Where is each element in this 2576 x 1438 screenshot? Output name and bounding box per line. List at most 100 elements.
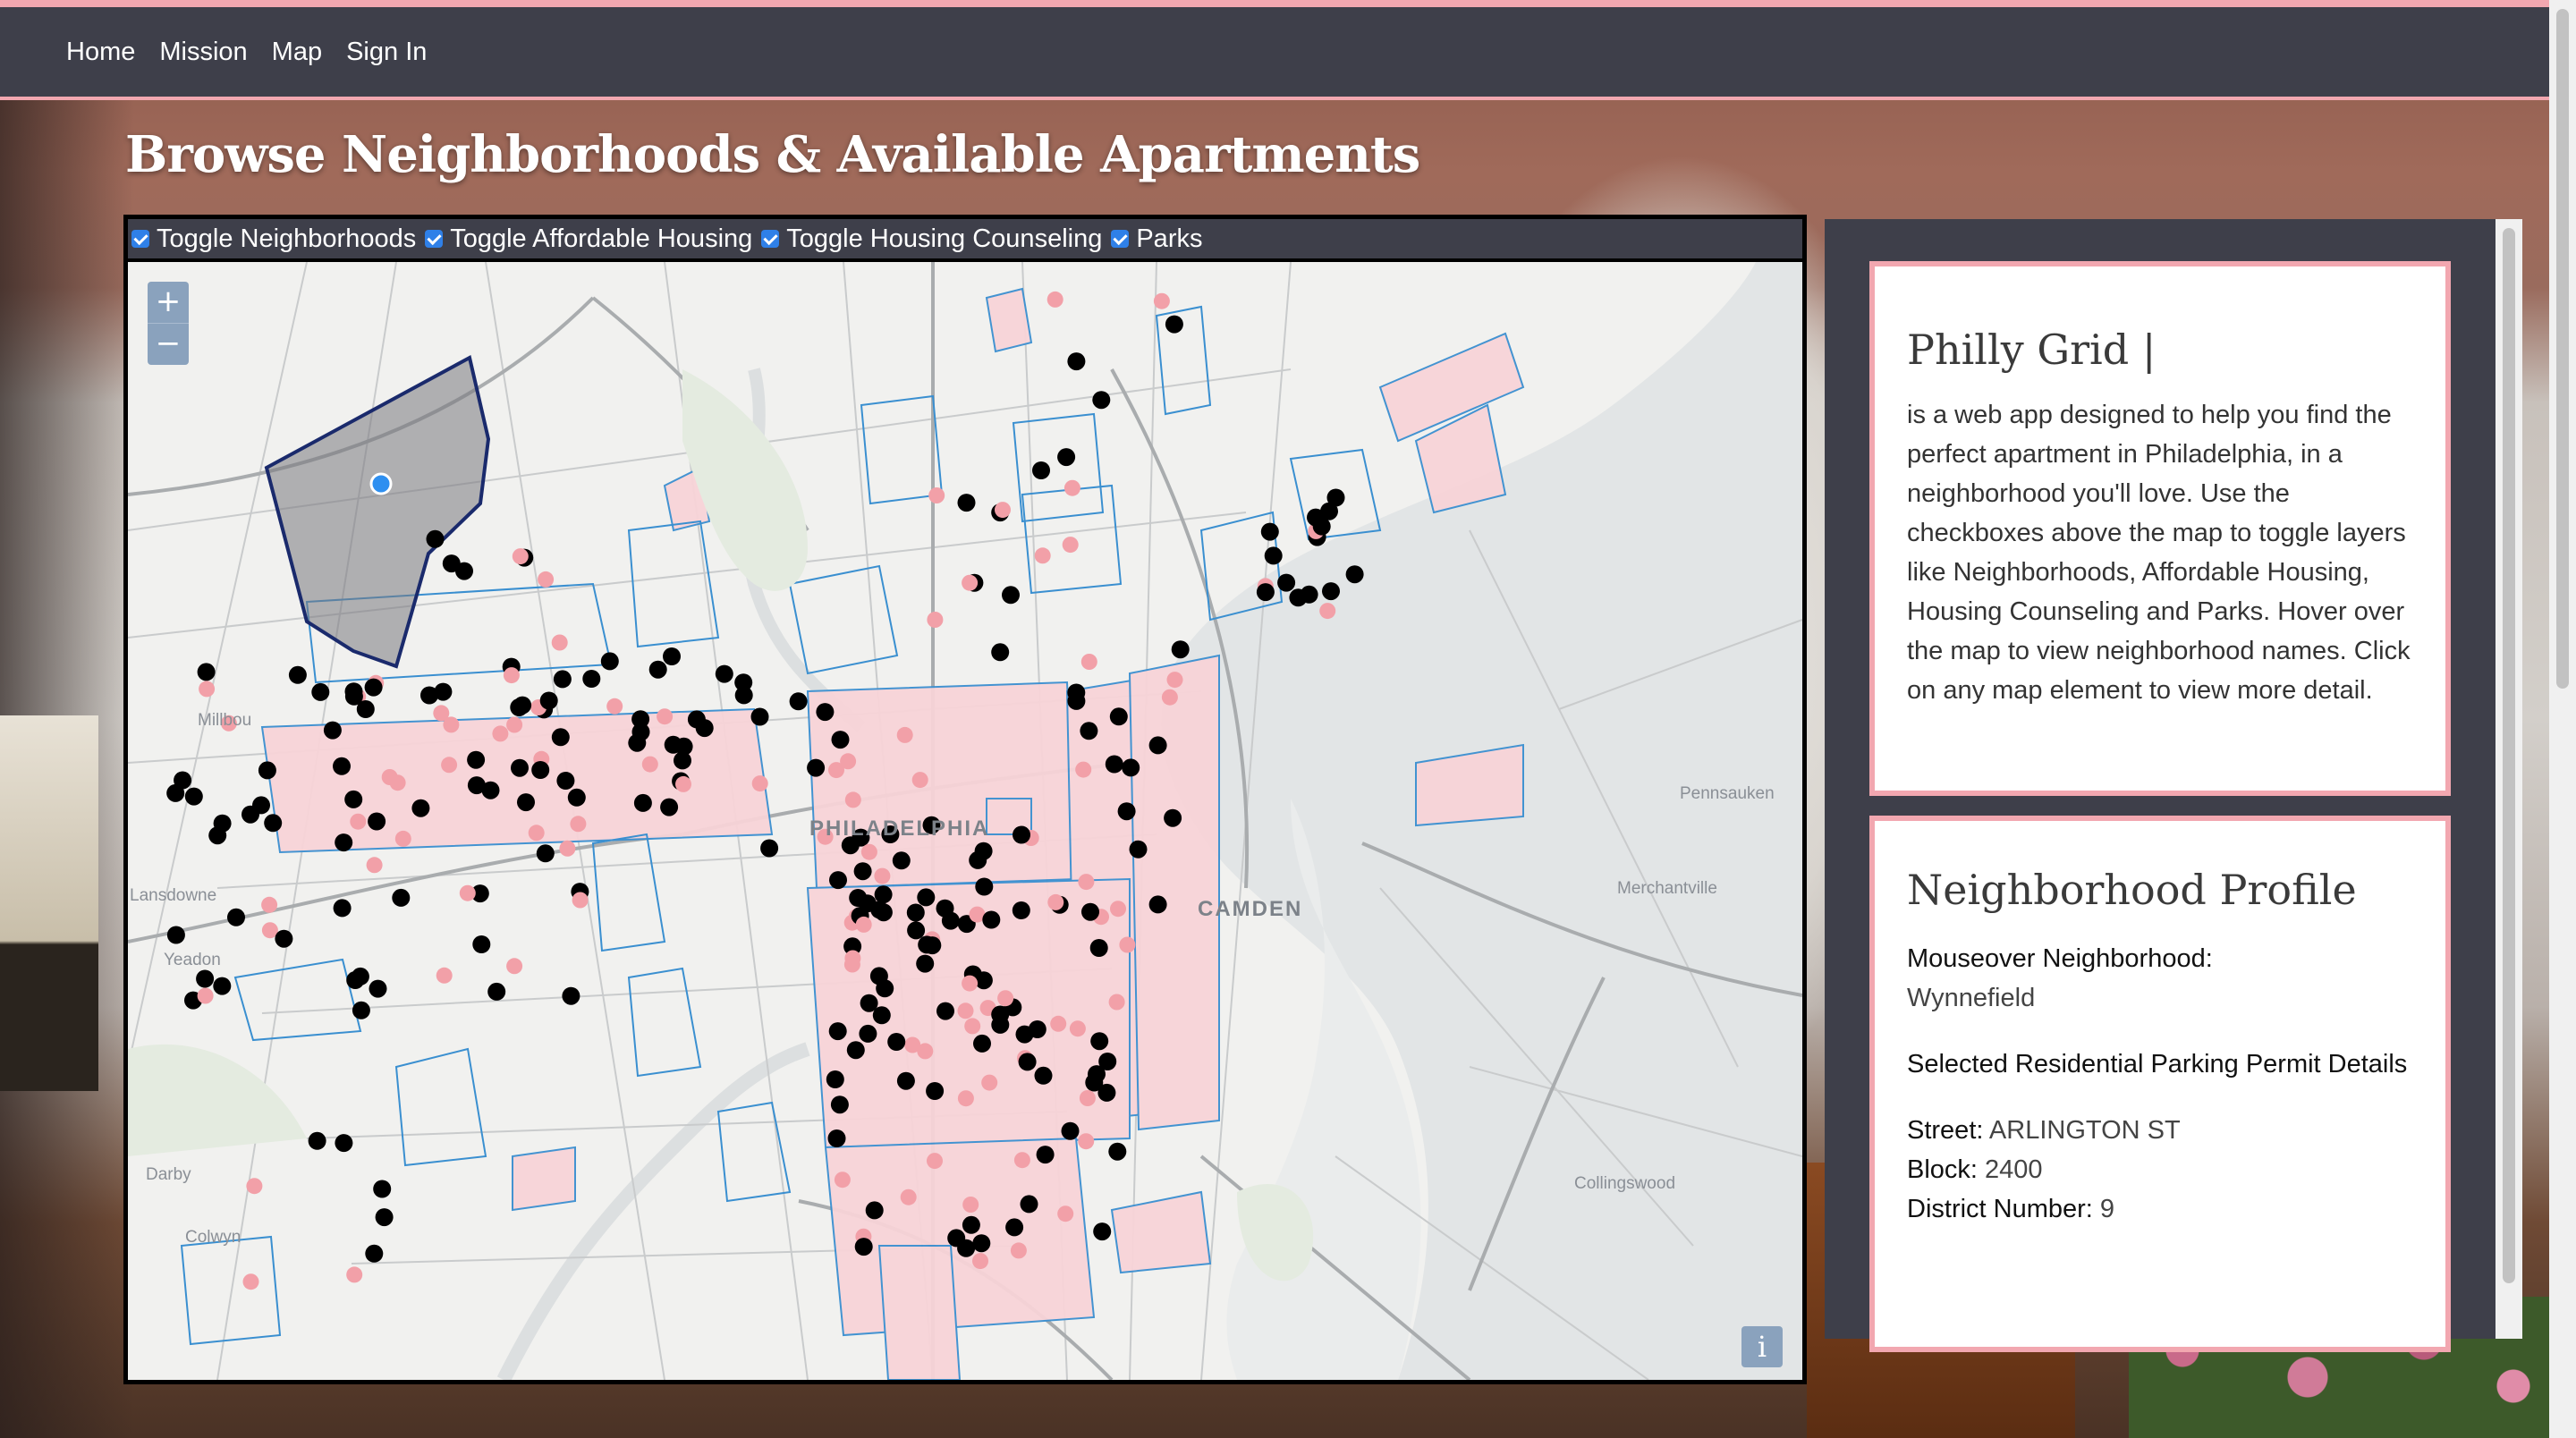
affordable-housing-marker[interactable] — [827, 1129, 846, 1147]
affordable-housing-marker[interactable] — [874, 903, 893, 922]
housing-counseling-marker[interactable] — [1046, 291, 1063, 308]
affordable-housing-marker[interactable] — [887, 1033, 906, 1051]
nav-home-link[interactable]: Home — [66, 38, 135, 67]
housing-counseling-marker[interactable] — [957, 1090, 974, 1107]
affordable-housing-marker[interactable] — [467, 776, 486, 795]
nav-signin-link[interactable]: Sign In — [346, 38, 427, 67]
housing-counseling-marker[interactable] — [972, 1253, 988, 1270]
affordable-housing-marker[interactable] — [1171, 640, 1190, 659]
affordable-housing-marker[interactable] — [962, 1215, 980, 1234]
housing-counseling-checkbox[interactable] — [761, 230, 780, 248]
housing-counseling-marker[interactable] — [1062, 537, 1079, 554]
affordable-housing-marker[interactable] — [917, 888, 936, 907]
affordable-housing-marker[interactable] — [264, 814, 283, 833]
affordable-housing-checkbox[interactable] — [425, 230, 444, 248]
affordable-housing-marker[interactable] — [874, 885, 893, 904]
affordable-housing-marker[interactable] — [858, 894, 877, 913]
affordable-housing-marker[interactable] — [1093, 1222, 1112, 1241]
affordable-housing-marker[interactable] — [1057, 448, 1076, 467]
housing-counseling-marker[interactable] — [840, 753, 857, 770]
housing-counseling-marker[interactable] — [441, 757, 458, 774]
affordable-housing-marker[interactable] — [1081, 902, 1099, 921]
affordable-housing-marker[interactable] — [600, 652, 619, 671]
affordable-housing-marker[interactable] — [1012, 901, 1030, 919]
affordable-housing-marker[interactable] — [1067, 691, 1086, 710]
affordable-housing-marker[interactable] — [196, 969, 215, 988]
housing-counseling-marker[interactable] — [242, 1273, 259, 1290]
housing-counseling-marker[interactable] — [962, 574, 979, 591]
affordable-housing-marker[interactable] — [531, 761, 550, 779]
affordable-housing-marker[interactable] — [648, 660, 667, 679]
affordable-housing-marker[interactable] — [974, 842, 993, 860]
housing-counseling-marker[interactable] — [551, 634, 568, 651]
affordable-housing-marker[interactable] — [1032, 461, 1050, 479]
affordable-housing-marker[interactable] — [184, 787, 203, 806]
affordable-housing-marker[interactable] — [1034, 1066, 1053, 1085]
housing-counseling-marker[interactable] — [346, 1266, 363, 1283]
housing-counseling-marker[interactable] — [459, 884, 476, 901]
housing-counseling-marker[interactable] — [197, 987, 214, 1004]
housing-counseling-marker[interactable] — [350, 813, 367, 830]
affordable-housing-marker[interactable] — [275, 929, 293, 948]
affordable-housing-marker[interactable] — [1013, 825, 1030, 844]
housing-counseling-marker[interactable] — [844, 791, 861, 808]
affordable-housing-marker[interactable] — [1312, 517, 1331, 536]
affordable-housing-marker[interactable] — [829, 871, 847, 890]
housing-counseling-marker[interactable] — [904, 1036, 921, 1053]
neighborhoods-checkbox[interactable] — [131, 230, 149, 248]
affordable-housing-marker[interactable] — [1260, 522, 1279, 541]
housing-counseling-marker[interactable] — [997, 990, 1014, 1007]
housing-counseling-marker[interactable] — [1047, 893, 1064, 910]
affordable-housing-marker[interactable] — [660, 798, 679, 816]
affordable-housing-marker[interactable] — [369, 979, 387, 998]
affordable-housing-marker[interactable] — [1036, 1146, 1055, 1164]
affordable-housing-marker[interactable] — [957, 1239, 976, 1257]
housing-counseling-marker[interactable] — [572, 892, 589, 909]
toggle-parks[interactable]: Parks — [1111, 224, 1202, 254]
affordable-housing-marker[interactable] — [1105, 755, 1123, 774]
affordable-housing-marker[interactable] — [288, 665, 307, 684]
parks-checkbox[interactable] — [1111, 230, 1130, 248]
housing-counseling-marker[interactable] — [1050, 1015, 1067, 1032]
affordable-housing-marker[interactable] — [975, 877, 994, 896]
affordable-housing-marker[interactable] — [869, 967, 888, 985]
housing-counseling-marker[interactable] — [1319, 603, 1336, 620]
affordable-housing-marker[interactable] — [1108, 1142, 1127, 1161]
housing-counseling-marker[interactable] — [492, 725, 509, 742]
housing-counseling-marker[interactable] — [1161, 689, 1178, 706]
affordable-housing-marker[interactable] — [916, 954, 935, 973]
housing-counseling-marker[interactable] — [538, 571, 555, 588]
affordable-housing-marker[interactable] — [663, 647, 681, 665]
affordable-housing-marker[interactable] — [517, 793, 535, 812]
affordable-housing-marker[interactable] — [308, 1131, 326, 1150]
affordable-housing-marker[interactable] — [392, 888, 411, 907]
affordable-housing-marker[interactable] — [859, 1024, 877, 1043]
affordable-housing-marker[interactable] — [1089, 939, 1108, 957]
housing-counseling-marker[interactable] — [1057, 1205, 1074, 1222]
affordable-housing-marker[interactable] — [208, 826, 227, 845]
toggle-neighborhoods[interactable]: Toggle Neighborhoods — [131, 224, 416, 254]
selected-location-marker[interactable] — [369, 472, 393, 495]
affordable-housing-marker[interactable] — [1164, 808, 1182, 827]
affordable-housing-marker[interactable] — [674, 751, 691, 770]
affordable-housing-marker[interactable] — [734, 686, 753, 705]
affordable-housing-marker[interactable] — [1148, 895, 1167, 914]
affordable-housing-marker[interactable] — [1264, 546, 1283, 565]
affordable-housing-marker[interactable] — [562, 986, 580, 1005]
affordable-housing-marker[interactable] — [166, 783, 185, 802]
affordable-housing-marker[interactable] — [991, 1015, 1010, 1034]
affordable-housing-marker[interactable] — [633, 793, 652, 812]
affordable-housing-marker[interactable] — [826, 1070, 844, 1088]
sidebar-scrollbar[interactable] — [2496, 219, 2522, 1339]
affordable-housing-marker[interactable] — [567, 788, 586, 807]
affordable-housing-marker[interactable] — [860, 994, 878, 1012]
affordable-housing-marker[interactable] — [346, 971, 365, 989]
housing-counseling-marker[interactable] — [1034, 547, 1051, 564]
affordable-housing-marker[interactable] — [487, 982, 506, 1001]
housing-counseling-marker[interactable] — [394, 830, 411, 847]
toggle-housing-counseling[interactable]: Toggle Housing Counseling — [761, 224, 1102, 254]
housing-counseling-marker[interactable] — [366, 857, 383, 874]
affordable-housing-marker[interactable] — [973, 1034, 991, 1053]
affordable-housing-marker[interactable] — [335, 1134, 353, 1153]
affordable-housing-marker[interactable] — [511, 758, 529, 777]
